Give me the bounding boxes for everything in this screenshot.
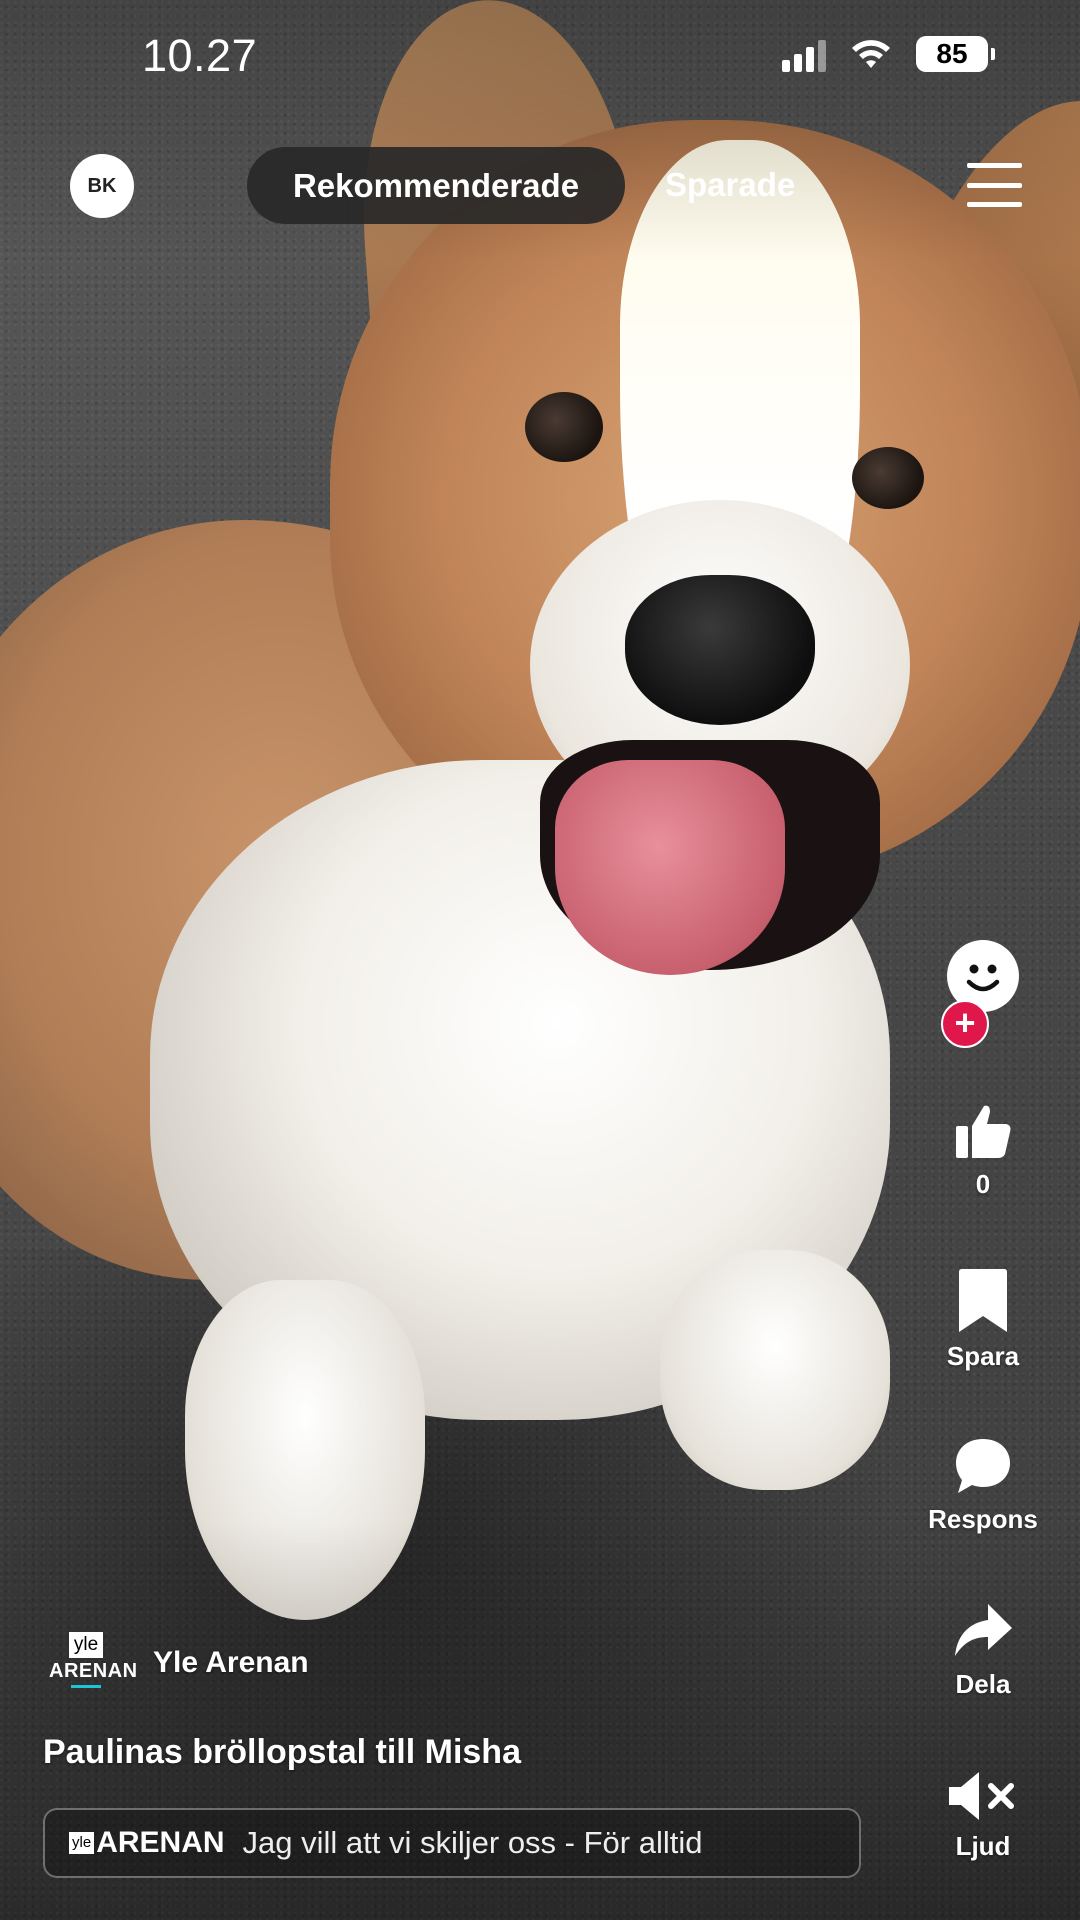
chat-bubble-icon bbox=[956, 1439, 1010, 1493]
save-button[interactable]: Spara bbox=[925, 1268, 1041, 1372]
share-label: Dela bbox=[955, 1669, 1011, 1699]
battery-icon: 85 bbox=[916, 36, 995, 72]
dog-eye-right bbox=[852, 447, 924, 509]
bookmark-icon bbox=[959, 1269, 1007, 1332]
share-button[interactable]: Dela bbox=[925, 1600, 1041, 1700]
respond-button[interactable]: Respons bbox=[925, 1435, 1041, 1535]
tab-rekommenderade[interactable]: Rekommenderade bbox=[247, 147, 625, 224]
profile-avatar[interactable]: BK bbox=[70, 154, 134, 218]
react-button[interactable]: + bbox=[941, 940, 1019, 1048]
program-title: Jag vill att vi skiljer oss - För alltid bbox=[242, 1825, 703, 1860]
dog-tongue bbox=[555, 760, 785, 975]
channel-logo-arenan: ARENAN bbox=[49, 1660, 138, 1682]
sound-button[interactable]: Ljud bbox=[925, 1768, 1041, 1862]
sound-label: Ljud bbox=[955, 1831, 1011, 1861]
dog-nose bbox=[625, 575, 815, 725]
like-count: 0 bbox=[975, 1169, 991, 1199]
signal-icon bbox=[782, 36, 826, 72]
thumbs-up-icon bbox=[956, 1105, 1011, 1158]
respond-label: Respons bbox=[928, 1504, 1038, 1534]
speaker-muted-icon bbox=[949, 1772, 1014, 1820]
save-label: Spara bbox=[946, 1341, 1020, 1371]
status-time: 10.27 bbox=[142, 30, 258, 81]
program-logo-arenan: ARENAN bbox=[96, 1826, 225, 1859]
menu-icon[interactable] bbox=[967, 163, 1022, 207]
video-frame[interactable] bbox=[0, 0, 1080, 1920]
channel-logo-yle: yle bbox=[68, 1632, 104, 1658]
program-link-bar[interactable]: yle ARENAN Jag vill att vi skiljer oss -… bbox=[43, 1808, 861, 1878]
like-button[interactable]: 0 bbox=[925, 1100, 1041, 1200]
tab-sparade[interactable]: Sparade bbox=[665, 166, 795, 204]
plus-icon[interactable]: + bbox=[941, 1000, 989, 1048]
dog-eye-left bbox=[525, 392, 603, 462]
wifi-icon bbox=[852, 40, 890, 68]
dog-paw-right bbox=[660, 1250, 890, 1490]
share-arrow-icon bbox=[955, 1604, 1012, 1656]
channel-name[interactable]: Yle Arenan bbox=[153, 1646, 309, 1680]
channel-logo-underline bbox=[71, 1685, 101, 1688]
channel-logo[interactable]: yle ARENAN bbox=[49, 1632, 138, 1694]
yle-arenan-logo: yle ARENAN bbox=[69, 1826, 225, 1860]
status-icons: 85 bbox=[782, 36, 995, 72]
video-title: Paulinas bröllopstal till Misha bbox=[43, 1733, 521, 1771]
program-logo-yle: yle bbox=[69, 1832, 95, 1854]
